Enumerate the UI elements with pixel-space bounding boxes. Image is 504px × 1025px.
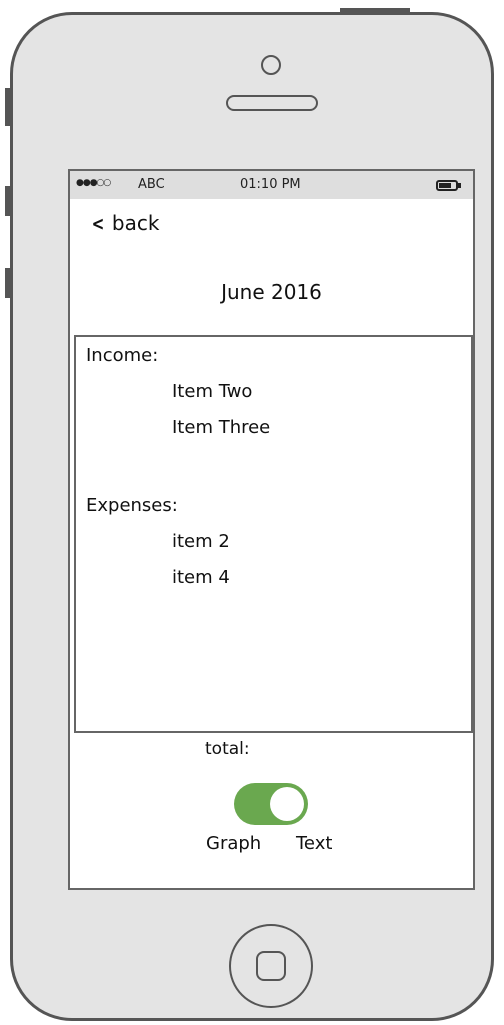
power-button [340,8,410,13]
battery-icon [436,180,458,191]
battery-tip [458,183,461,188]
volume-down-button [5,268,10,298]
total-label: total: [205,739,250,759]
home-square-icon [256,951,286,981]
expense-item: item 2 [172,531,230,552]
income-heading: Income: [86,345,159,366]
toggle-label-graph: Graph [206,833,262,854]
front-camera [261,55,281,75]
phone-screen: ●●●○○ ABC 01:10 PM < back June 2016 Incom… [68,169,475,890]
status-bar: ●●●○○ ABC 01:10 PM [70,171,473,199]
volume-up-button [5,186,10,216]
home-button[interactable] [229,924,313,1008]
earpiece-speaker [226,95,318,111]
mute-switch [5,88,10,126]
chevron-left-icon: < [91,213,105,235]
graph-text-toggle[interactable] [234,783,308,825]
summary-panel: Income: Item Two Item Three Expenses: it… [74,335,473,733]
income-item: Item Three [172,417,271,438]
carrier-name: ABC [138,177,165,192]
toggle-label-text: Text [296,833,333,854]
income-item: Item Two [172,381,253,402]
back-label: back [111,211,160,235]
toggle-knob [270,787,304,821]
signal-strength-icon: ●●●○○ [76,178,111,188]
phone-frame: ●●●○○ ABC 01:10 PM < back June 2016 Incom… [10,12,494,1021]
expense-item: item 4 [172,567,230,588]
back-button[interactable]: < back [90,211,160,235]
expenses-heading: Expenses: [86,495,178,516]
status-time: 01:10 PM [240,177,301,192]
page-title: June 2016 [221,280,322,304]
